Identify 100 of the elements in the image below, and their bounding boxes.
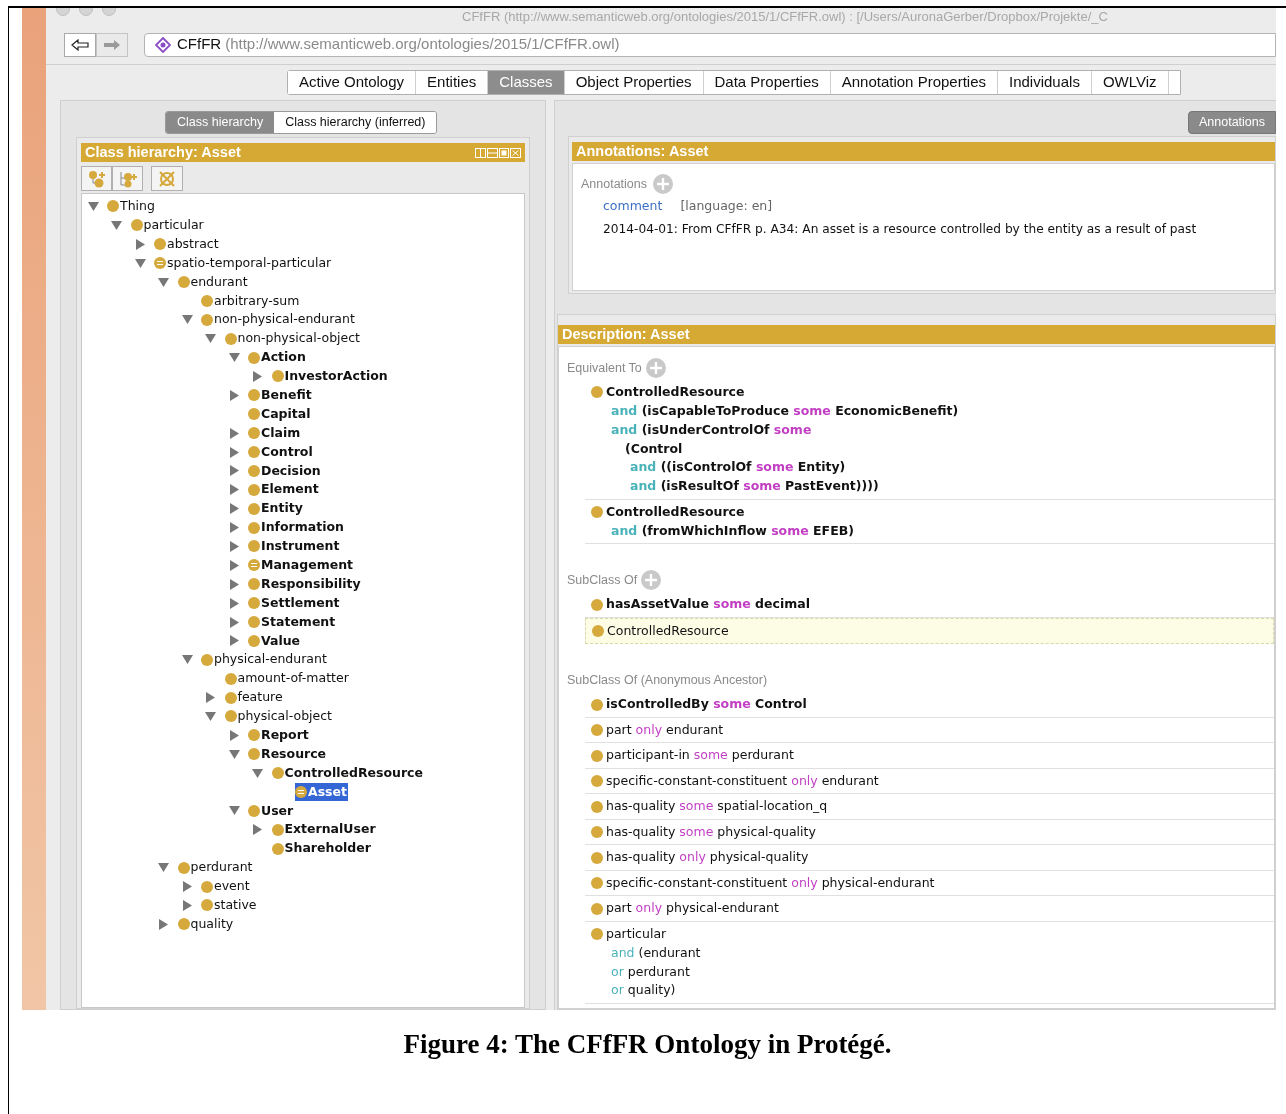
- tree-node[interactable]: Settlement: [248, 593, 341, 613]
- ontology-address-field[interactable]: CFfFR (http://www.semanticweb.org/ontologies/2015/1/CFfFR.owl): [144, 32, 1276, 57]
- collapsed-arrow-icon[interactable]: [159, 918, 168, 930]
- expanded-arrow-icon[interactable]: [158, 863, 169, 873]
- expanded-arrow-icon[interactable]: [228, 806, 240, 816]
- expanded-arrow-icon[interactable]: [228, 749, 240, 759]
- tree-node[interactable]: ExternalUser: [271, 820, 377, 840]
- class-expression[interactable]: specific-constant-constituent only physical-endurant: [585, 870, 1274, 897]
- collapsed-arrow-icon[interactable]: [229, 465, 239, 477]
- back-button[interactable]: [64, 32, 96, 57]
- tree-node[interactable]: non-physical-object: [224, 329, 361, 349]
- annotation-property[interactable]: comment: [603, 197, 663, 216]
- collapsed-arrow-icon[interactable]: [229, 522, 239, 534]
- collapsed-arrow-icon[interactable]: [182, 881, 192, 892]
- tree-node[interactable]: Responsibility: [248, 574, 362, 594]
- panel-title: Class hierarchy: Asset: [85, 142, 241, 162]
- class-expression[interactable]: participant-in some perdurant: [585, 743, 1274, 769]
- tree-node[interactable]: InvestorAction: [271, 367, 389, 386]
- collapsed-arrow-icon[interactable]: [229, 729, 239, 741]
- tree-node[interactable]: physical-endurant: [201, 650, 328, 670]
- class-expression[interactable]: particular and (endurant or perdurant or quality): [585, 921, 1274, 1005]
- section-label: Annotations: [581, 175, 648, 193]
- expanded-arrow-icon[interactable]: [181, 315, 193, 325]
- delete-icon: [158, 169, 176, 188]
- collapsed-arrow-icon[interactable]: [229, 616, 239, 628]
- class-icon: [591, 698, 603, 711]
- tree-node[interactable]: Shareholder: [271, 839, 372, 859]
- tree-node[interactable]: Benefit: [248, 385, 313, 405]
- tree-node[interactable]: non-physical-endurant: [201, 310, 356, 330]
- class-expression[interactable]: has-quality some physical-quality: [585, 819, 1274, 846]
- tree-node[interactable]: feature: [224, 688, 284, 707]
- add-subclass-icon: [86, 169, 107, 188]
- tree-node[interactable]: event: [201, 877, 251, 896]
- class-expression[interactable]: ControlledResource and (fromWhichInflow some EFEB): [585, 500, 1274, 545]
- collapsed-arrow-icon[interactable]: [229, 389, 239, 401]
- class-icon: [591, 506, 603, 519]
- class-expression[interactable]: hasAssetValue some decimal: [585, 592, 1274, 618]
- class-expression[interactable]: ControlledResource: [585, 617, 1274, 645]
- class-expression[interactable]: has-quality only physical-quality: [585, 845, 1274, 871]
- tree-node[interactable]: stative: [201, 896, 258, 915]
- tree-node[interactable]: ControlledResource: [271, 763, 424, 783]
- tree-node[interactable]: Value: [248, 631, 302, 651]
- collapsed-arrow-icon[interactable]: [206, 692, 215, 704]
- tree-node[interactable]: physical-object: [224, 707, 333, 726]
- tree-node[interactable]: endurant: [177, 272, 249, 292]
- tree-node[interactable]: quality: [177, 914, 235, 934]
- tree-node[interactable]: Capital: [248, 404, 312, 424]
- expanded-arrow-icon[interactable]: [181, 655, 193, 665]
- tree-node[interactable]: Entity: [248, 499, 304, 519]
- class-icon: [248, 597, 260, 610]
- tree-node[interactable]: Report: [248, 726, 310, 745]
- tree-node[interactable]: Claim: [248, 423, 302, 443]
- collapsed-arrow-icon[interactable]: [229, 540, 239, 552]
- tree-node[interactable]: Management: [248, 556, 354, 575]
- tree-node[interactable]: Decision: [248, 461, 322, 481]
- collapsed-arrow-icon[interactable]: [229, 559, 239, 571]
- expanded-arrow-icon[interactable]: [111, 220, 122, 230]
- expanded-arrow-icon[interactable]: [252, 768, 263, 778]
- tree-node[interactable]: Information: [248, 518, 345, 537]
- tree-node[interactable]: amount-of-matter: [224, 669, 350, 689]
- collapsed-arrow-icon[interactable]: [229, 597, 239, 609]
- collapsed-arrow-icon[interactable]: [229, 503, 239, 515]
- tree-node[interactable]: Statement: [248, 612, 337, 632]
- class-expression[interactable]: part only physical-endurant: [585, 896, 1274, 922]
- collapsed-arrow-icon[interactable]: [182, 899, 192, 911]
- expanded-arrow-icon[interactable]: [158, 277, 169, 287]
- collapsed-arrow-icon[interactable]: [229, 635, 239, 647]
- collapsed-arrow-icon[interactable]: [229, 578, 239, 590]
- tree-node[interactable]: spatio-temporal-particular: [154, 253, 333, 273]
- class-expression[interactable]: has-quality some spatial-location_q: [585, 794, 1274, 820]
- tree-node[interactable]: Control: [248, 442, 314, 462]
- tree-node[interactable]: Instrument: [248, 537, 341, 556]
- collapsed-arrow-icon[interactable]: [229, 446, 239, 458]
- class-expression[interactable]: ControlledResource and (isCapableToProduce some EconomicBenefit) and (isUnderControlOf some (Control and ((isControlOf some Entity) and (isResultOf some PastEvent)))): [585, 380, 1274, 501]
- class-expression[interactable]: part only endurant: [585, 717, 1274, 744]
- tree-node[interactable]: Thing: [107, 197, 156, 216]
- tree-node[interactable]: perdurant: [177, 858, 254, 877]
- tree-node[interactable]: arbitrary-sum: [201, 291, 301, 311]
- tree-node[interactable]: Element: [248, 480, 320, 500]
- tree-node[interactable]: Action: [248, 348, 307, 367]
- expanded-arrow-icon[interactable]: [87, 201, 99, 211]
- expanded-arrow-icon[interactable]: [228, 353, 240, 363]
- view-tab[interactable]: Class hierarchy (inferred): [274, 112, 437, 133]
- tree-node[interactable]: Resource: [248, 744, 328, 764]
- tree-node[interactable]: User: [248, 801, 295, 821]
- class-icon: [224, 691, 237, 704]
- class-expression[interactable]: specific-constant-constituent only endurant: [585, 768, 1274, 795]
- collapsed-arrow-icon[interactable]: [253, 824, 262, 836]
- collapsed-arrow-icon[interactable]: [229, 427, 239, 439]
- expanded-arrow-icon[interactable]: [134, 258, 146, 268]
- class-icon: [248, 446, 260, 458]
- tree-node[interactable]: Asset: [295, 782, 348, 802]
- tree-node[interactable]: abstract: [154, 234, 220, 254]
- collapsed-arrow-icon[interactable]: [229, 484, 239, 496]
- tree-node[interactable]: particular: [130, 215, 205, 235]
- expanded-arrow-icon[interactable]: [205, 334, 216, 344]
- class-expression[interactable]: isControlledBy some Control: [585, 692, 1274, 718]
- collapsed-arrow-icon[interactable]: [253, 370, 262, 382]
- collapsed-arrow-icon[interactable]: [135, 238, 145, 250]
- expanded-arrow-icon[interactable]: [205, 712, 216, 721]
